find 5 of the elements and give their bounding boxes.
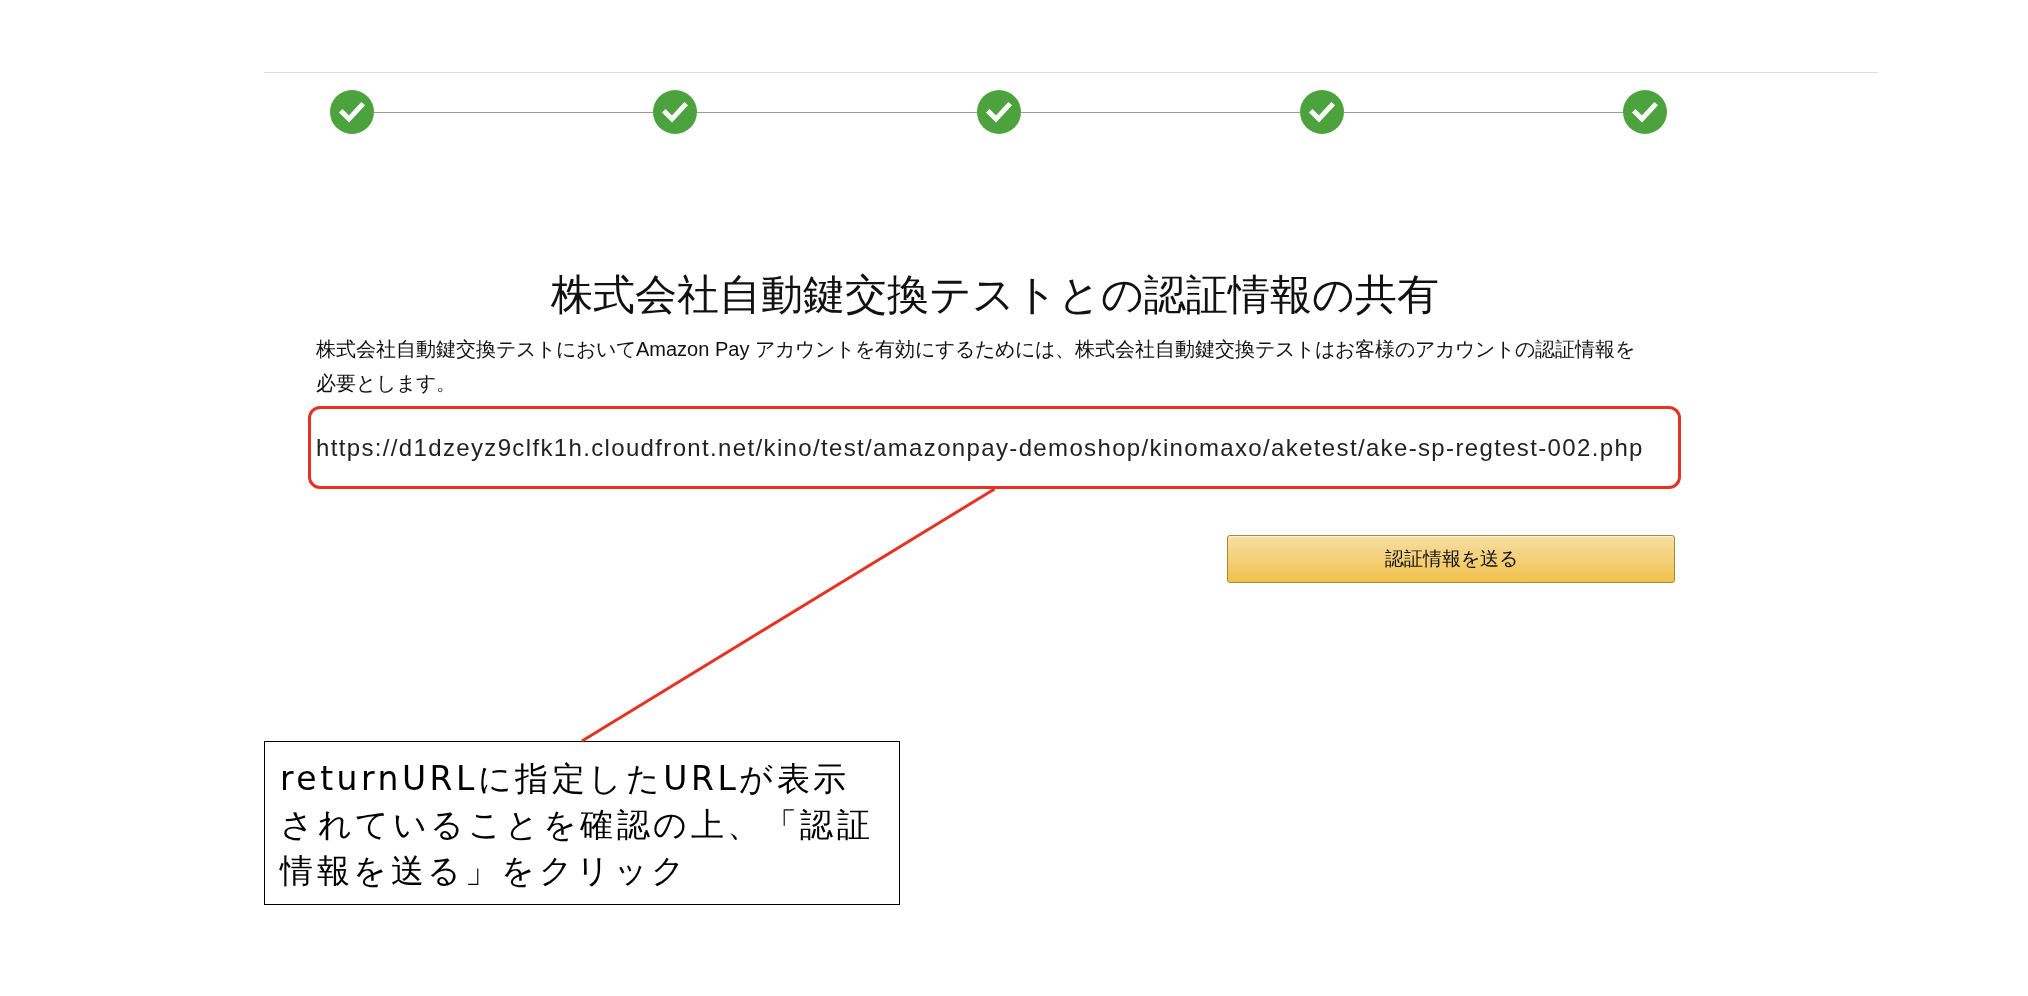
- description-text: 株式会社自動鍵交換テストにおいてAmazon Pay アカウントを有効にするためには、株式会社自動鍵交換テストはお客様のアカウントの認証情報を必要とします。: [316, 337, 1636, 396]
- page-heading: 株式会社自動鍵交換テストとの認証情報の共有: [550, 270, 1439, 320]
- url-text: https://d1dzeyz9clfk1h.cloudfront.net/kino/test/amazonpay-demoshop/kinomaxo/aketest/ake-sp-regtest-002.php: [316, 433, 1644, 463]
- send-button[interactable]: 認証情報を送る: [1227, 535, 1675, 583]
- callout-note: returnURLに指定したURLが表示されていることを確認の上、「認証情報を送る」をクリック: [264, 741, 900, 905]
